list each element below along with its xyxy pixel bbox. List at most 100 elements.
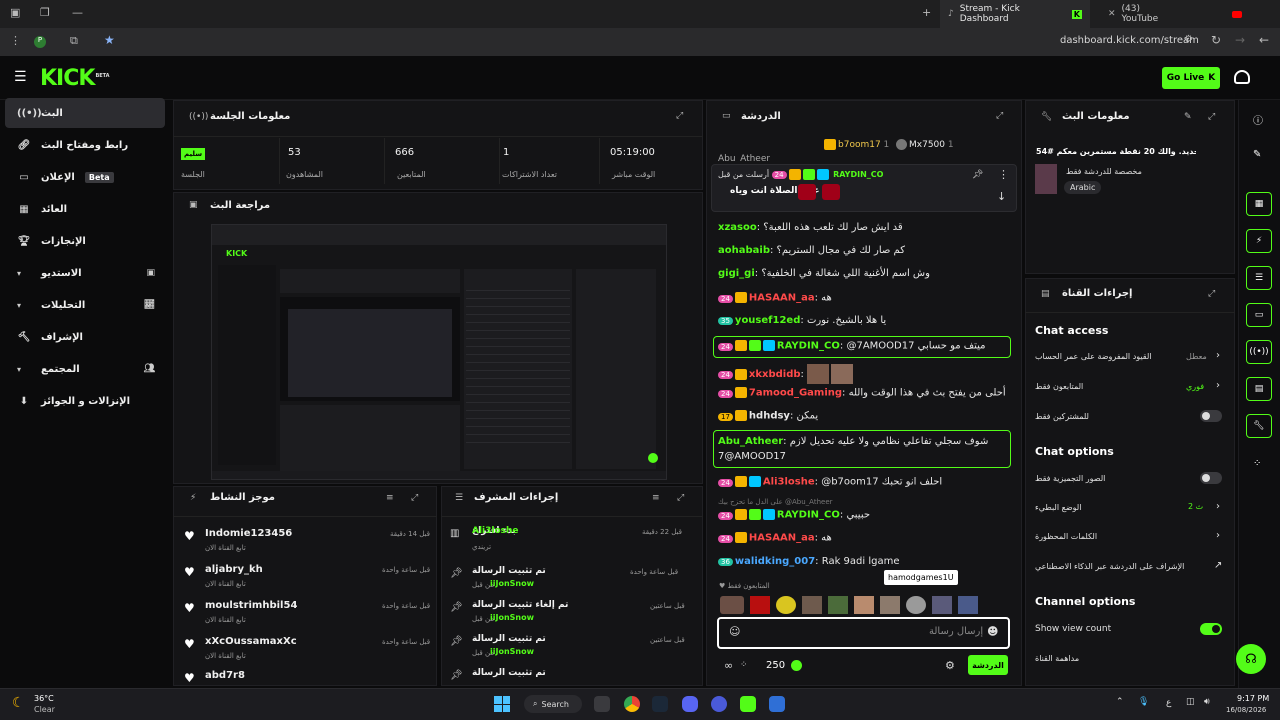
edit-pencil-icon[interactable]: ✎: [1253, 149, 1261, 160]
gear-icon[interactable]: ⚙: [945, 659, 955, 672]
expand-icon[interactable]: ⤢: [411, 493, 418, 503]
emote-image[interactable]: [802, 596, 822, 614]
emoji-smile-icon[interactable]: ☺: [729, 625, 740, 638]
rail-button-broadcast[interactable]: ((•)): [1246, 340, 1272, 364]
info-icon[interactable]: ⓘ: [1253, 112, 1263, 127]
emote-only-toggle[interactable]: [1200, 472, 1222, 484]
profile-icon[interactable]: P: [34, 36, 46, 48]
sidebar-item-achievements[interactable]: 🏆︎ الإنجازات: [5, 226, 165, 256]
rail-button-layout[interactable]: ▦: [1246, 192, 1272, 216]
network-icon[interactable]: ◫: [1186, 697, 1195, 707]
volume-icon[interactable]: 🔊︎: [1204, 697, 1210, 707]
ai-moderation-row[interactable]: الإشراف على الدردشة عبر الذكاء الاصطناعي…: [1030, 556, 1230, 578]
sidebar-item-revenue[interactable]: ▦ العائد: [5, 194, 165, 224]
sidebar-item-studio[interactable]: ▾ الاستديو ▣: [5, 258, 165, 288]
kick-emote-icon[interactable]: ☻: [987, 625, 998, 638]
chat-message[interactable]: 24 7amood_Gaming: أحلى من يفتح بث في هذا …: [718, 387, 1006, 399]
emote-image[interactable]: [854, 596, 874, 614]
sidebar-item-ads[interactable]: ▭ الإعلان Beta: [5, 162, 165, 192]
steam-icon[interactable]: [652, 696, 668, 712]
stream-preview-video[interactable]: KICK: [211, 224, 667, 480]
chrome-icon[interactable]: [624, 696, 640, 712]
chat-message[interactable]: 24 xkxbdidb:: [718, 364, 854, 384]
emote-image[interactable]: [958, 596, 978, 614]
expand-icon[interactable]: ⤢: [677, 493, 684, 503]
go-live-button[interactable]: Go Live K: [1162, 67, 1220, 89]
chat-message[interactable]: 24 HASAAN_aa: هه: [718, 292, 832, 304]
rail-button-modlist[interactable]: ☰: [1246, 266, 1272, 290]
tab-kick-dashboard[interactable]: ♪ Stream - Kick Dashboard K: [940, 0, 1090, 28]
site-settings-icon[interactable]: ⚙: [1184, 34, 1193, 45]
chevron-up-icon[interactable]: ⌃: [1116, 697, 1124, 707]
expand-icon[interactable]: ⤢: [1208, 112, 1215, 122]
filter-icon[interactable]: ≡: [386, 493, 394, 503]
banned-words-row[interactable]: الكلمات المحظورة ›: [1030, 526, 1230, 548]
forward-icon[interactable]: →: [1235, 33, 1245, 47]
show-view-count-toggle[interactable]: [1200, 623, 1222, 635]
rail-button-chat[interactable]: ▭: [1246, 303, 1272, 327]
sidebar-item-community[interactable]: ▾ المجتمع 👥︎: [5, 354, 165, 384]
reload-icon[interactable]: ↻: [1211, 33, 1221, 47]
discord-icon[interactable]: [682, 696, 698, 712]
taskbar-search[interactable]: ⌕ Search: [524, 695, 582, 713]
emote-image[interactable]: [932, 596, 952, 614]
rail-button-wrench[interactable]: 🔧︎: [1246, 414, 1272, 438]
new-tab-icon[interactable]: +: [922, 6, 931, 19]
arrow-down-icon[interactable]: ↓: [997, 190, 1006, 203]
rail-button-activity[interactable]: ⚡︎: [1246, 229, 1272, 253]
file-explorer-icon[interactable]: [594, 696, 610, 712]
chat-message[interactable]: 36 walidking_007: Rak 9adi lgame: [718, 556, 900, 567]
kick-app-icon[interactable]: [740, 696, 756, 712]
settings-dots-icon[interactable]: ⁘: [740, 660, 748, 670]
add-widget-icon[interactable]: ⁘: [1253, 458, 1261, 469]
chat-message[interactable]: aohabaib: كم صار لك في مجال الستريم؟: [718, 245, 905, 256]
keyboard-language-icon[interactable]: ع: [1166, 698, 1171, 708]
chat-message[interactable]: 24 Ali3loshe: @b7oom17 احلف انو تحبك: [718, 476, 942, 488]
chat-message[interactable]: gigi_gi: وش اسم الأغنية اللي شغالة في ال…: [718, 268, 930, 279]
url-field[interactable]: dashboard.kick.com/stream: [1060, 35, 1199, 46]
edit-pencil-icon[interactable]: ✎: [1184, 112, 1192, 122]
extensions-icon[interactable]: ⧉: [70, 34, 78, 48]
emote-image[interactable]: [776, 596, 796, 614]
slow-mode-row[interactable]: الوضع البطيء 2 ث ›: [1030, 497, 1230, 519]
more-icon[interactable]: ⋮: [998, 168, 1009, 181]
expand-icon[interactable]: ⤢: [676, 111, 683, 121]
chat-message[interactable]: 24 RAYDIN_CO: حبيبي: [718, 509, 870, 521]
expand-icon[interactable]: ⤢: [1208, 289, 1215, 299]
emote-image[interactable]: [828, 596, 848, 614]
sidebar-item-drops[interactable]: ⬇ الإنزالات و الجوائز: [5, 386, 165, 416]
rail-button-actions[interactable]: ▤: [1246, 377, 1272, 401]
sidebar-item-analytics[interactable]: ▾ التحليلات 📈︎: [5, 290, 165, 320]
app-icon[interactable]: [711, 696, 727, 712]
account-age-row[interactable]: القيود المفروضة على عمر الحساب معطل ›: [1030, 346, 1230, 368]
emote-image[interactable]: [750, 596, 770, 614]
raid-channel-row[interactable]: مداهمة القناة: [1030, 649, 1230, 671]
expand-icon[interactable]: ⤢: [996, 111, 1003, 121]
chat-message[interactable]: 35 yousef12ed: يا هلا بالشيخ. نورت: [718, 315, 886, 326]
sidebar-item-stream[interactable]: ((•)) البث: [5, 98, 165, 128]
app-icon[interactable]: [769, 696, 785, 712]
microphone-icon[interactable]: 🎙︎: [1138, 697, 1149, 707]
back-icon[interactable]: ←: [1259, 33, 1269, 47]
chat-message[interactable]: 24 HASAAN_aa: هه: [718, 532, 832, 544]
emote-image[interactable]: [906, 596, 926, 614]
pin-icon[interactable]: 📌︎: [972, 170, 983, 180]
emote-image[interactable]: [720, 596, 744, 614]
filter-icon[interactable]: ≡: [652, 493, 660, 503]
tab-youtube[interactable]: ✕ (43) YouTube: [1100, 0, 1250, 28]
help-headset-button[interactable]: ☊: [1236, 644, 1266, 674]
bookmark-star-icon[interactable]: ★: [104, 33, 115, 47]
hamburger-menu-icon[interactable]: ☰: [14, 69, 27, 85]
restore-icon[interactable]: ❐: [40, 6, 50, 19]
chat-message[interactable]: 17 hdhdsy: يمكن: [718, 410, 818, 422]
browser-menu-icon[interactable]: ▣: [10, 6, 20, 19]
infinity-icon[interactable]: ∞: [724, 659, 733, 672]
subscribers-only-toggle[interactable]: [1200, 410, 1222, 422]
sidebar-item-moderation[interactable]: 🔨︎ الإشراف: [5, 322, 165, 352]
user-avatar-icon[interactable]: [1234, 70, 1250, 84]
send-chat-button[interactable]: الدردشة: [968, 655, 1008, 675]
more-icon[interactable]: ⋮: [10, 34, 21, 47]
chat-message[interactable]: 24 RAYDIN_CO: @7AMOOD17 ميتف مو حسابي: [718, 340, 986, 352]
sidebar-item-stream-key[interactable]: 🔗︎ رابط ومفتاح البث: [5, 130, 165, 160]
chat-message[interactable]: xzasoo: قد ايش صار لك تلعب هذه اللعبة؟: [718, 222, 903, 233]
